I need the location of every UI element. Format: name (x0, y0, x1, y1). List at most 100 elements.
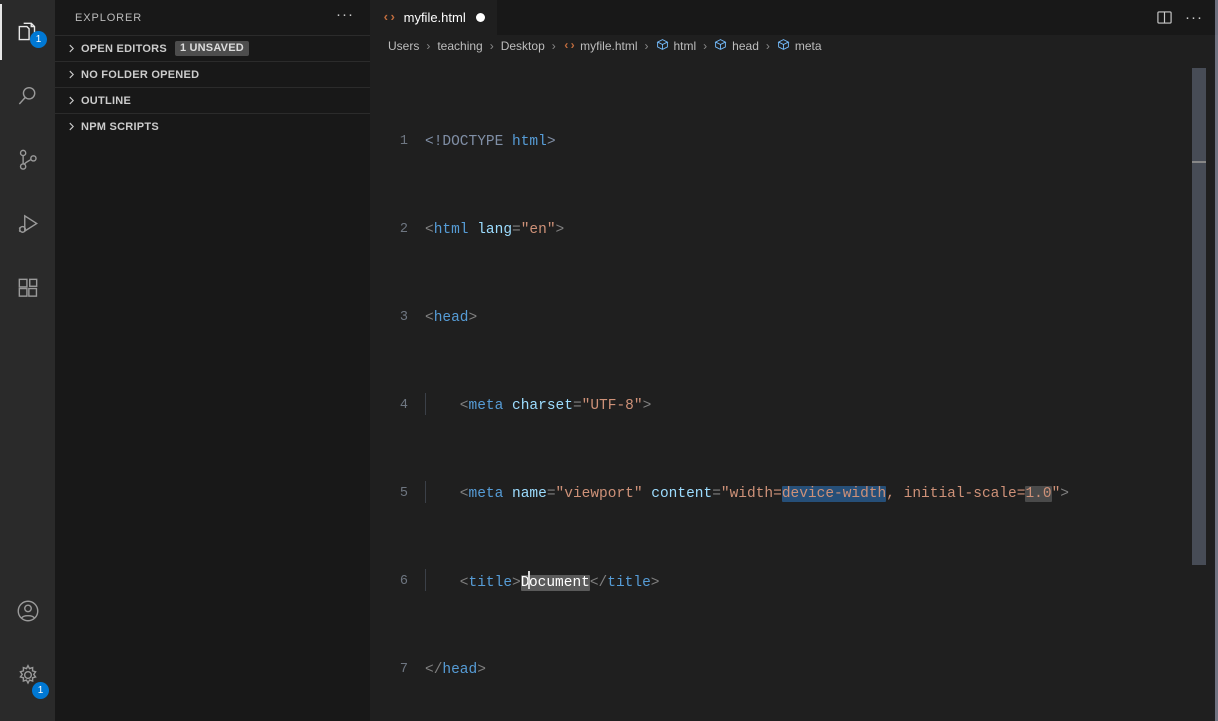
code-line: 1 <!DOCTYPE html> (370, 131, 1218, 153)
breadcrumb-item-users[interactable]: Users (388, 39, 419, 53)
activity-bar-item-accounts[interactable] (0, 579, 55, 643)
code-line: 5 <meta name="viewport" content="width=d… (370, 481, 1218, 505)
chevron-right-icon (63, 119, 79, 135)
sidebar-section-label: OUTLINE (81, 94, 132, 107)
tab-myfile-html[interactable]: ‹› myfile.html (370, 0, 497, 35)
code-line: 3 <head> (370, 307, 1218, 329)
breadcrumb-label: myfile.html (580, 39, 638, 53)
run-and-debug-icon (15, 211, 41, 237)
code-line: 6 <title>Document</title> (370, 568, 1218, 594)
breadcrumb-separator: › (426, 39, 431, 53)
code-line: 7 </head> (370, 659, 1218, 681)
line-number: 5 (399, 486, 408, 501)
extensions-icon (15, 275, 41, 301)
match-highlight-1-0: 1.0 (1025, 486, 1052, 502)
symbol-field-icon (656, 38, 669, 54)
activity-bar-item-settings[interactable]: 1 (0, 643, 55, 707)
line-content: <title>Document</title> (425, 568, 1218, 594)
line-content: <!DOCTYPE html> (425, 134, 556, 150)
sidebar-title: EXPLORER (75, 11, 143, 24)
breadcrumb-label: meta (794, 39, 822, 53)
breadcrumb-separator: › (703, 39, 708, 53)
breadcrumb-label: html (673, 39, 697, 53)
breadcrumb-item-head[interactable]: head (714, 38, 759, 54)
sidebar-header: EXPLORER ··· (55, 0, 370, 35)
activity-bar-item-extensions[interactable] (0, 256, 55, 320)
chevron-right-icon (63, 93, 79, 109)
word-highlight-document: Document (520, 570, 590, 591)
indent-guide (425, 393, 426, 415)
indent-guide (425, 568, 426, 591)
editor-tab-bar: ‹› myfile.html ··· (370, 0, 1218, 35)
unsaved-count-badge: 1 UNSAVED (174, 41, 249, 56)
sidebar-more-actions-icon[interactable]: ··· (328, 7, 362, 25)
breadcrumb-label: head (732, 39, 759, 53)
vscode-window: 1 1 EXPLORER ··· OPEN EDITORS 1 UNSAVED … (0, 0, 1218, 721)
line-content: <meta name="viewport" content="width=dev… (425, 481, 1218, 505)
line-content: <html lang="en"> (425, 222, 565, 238)
activity-bar-bottom-group: 1 (0, 579, 55, 721)
sidebar-section-open-editors[interactable]: OPEN EDITORS 1 UNSAVED (55, 35, 370, 61)
line-number: 6 (399, 574, 408, 589)
breadcrumb: Users › teaching › Desktop › ‹› myfile.h… (370, 35, 1218, 57)
html-file-icon: ‹› (382, 10, 397, 25)
html-file-icon: ‹› (562, 39, 576, 53)
settings-badge: 1 (32, 682, 49, 699)
sidebar-section-outline[interactable]: OUTLINE (55, 87, 370, 113)
activity-bar-item-explorer[interactable]: 1 (0, 0, 55, 64)
indent-guide (425, 481, 426, 503)
code-content: 1 <!DOCTYPE html> 2 <html lang="en"> 3 <hea… (370, 65, 1218, 721)
breadcrumb-item-myfile-html[interactable]: ‹› myfile.html (563, 39, 638, 53)
search-icon (15, 83, 41, 109)
chevron-right-icon (63, 41, 79, 57)
line-content: </head> (425, 662, 486, 678)
scrollbar-tick (1192, 161, 1206, 163)
tab-label: myfile.html (403, 10, 466, 25)
split-editor-icon[interactable] (1150, 4, 1178, 32)
activity-bar: 1 1 (0, 0, 55, 721)
breadcrumb-label: teaching (437, 39, 483, 53)
activity-bar-item-search[interactable] (0, 64, 55, 128)
breadcrumb-item-meta[interactable]: meta (777, 38, 822, 54)
breadcrumb-label: Desktop (500, 39, 545, 53)
line-content: <meta charset="UTF-8"> (425, 393, 1218, 417)
explorer-badge: 1 (30, 31, 47, 48)
sidebar-section-no-folder-opened[interactable]: NO FOLDER OPENED (55, 61, 370, 87)
line-number: 2 (399, 222, 408, 237)
sidebar-section-npm-scripts[interactable]: NPM SCRIPTS (55, 113, 370, 139)
breadcrumb-label: Users (388, 39, 420, 53)
sidebar-section-label: OPEN EDITORS (81, 42, 167, 55)
activity-bar-item-source-control[interactable] (0, 128, 55, 192)
source-control-icon (15, 147, 41, 173)
code-line: 4 <meta charset="UTF-8"> (370, 393, 1218, 417)
symbol-field-icon (777, 38, 790, 54)
sidebar-explorer: EXPLORER ··· OPEN EDITORS 1 UNSAVED NO F… (55, 0, 370, 721)
code-line: 2 <html lang="en"> (370, 219, 1218, 241)
breadcrumb-separator: › (765, 39, 770, 53)
editor-code-area[interactable]: 1 <!DOCTYPE html> 2 <html lang="en"> 3 <hea… (370, 57, 1218, 721)
more-editor-actions-icon[interactable]: ··· (1180, 4, 1208, 32)
breadcrumb-separator: › (551, 39, 556, 53)
line-number: 7 (399, 662, 408, 677)
unsaved-dot-icon (475, 13, 485, 22)
editor-tab-actions: ··· (1150, 0, 1218, 35)
account-icon (15, 598, 41, 624)
activity-bar-item-run-and-debug[interactable] (0, 192, 55, 256)
line-content: <head> (425, 310, 478, 326)
breadcrumb-item-html[interactable]: html (656, 38, 697, 54)
activity-bar-top-group: 1 (0, 0, 55, 320)
breadcrumb-separator: › (644, 39, 649, 53)
ellipsis-icon: ··· (1185, 8, 1203, 26)
editor-group: ‹› myfile.html ··· Users › teaching › De… (370, 0, 1218, 721)
sidebar-section-label: NO FOLDER OPENED (81, 68, 200, 81)
text-cursor (528, 570, 530, 589)
breadcrumb-separator: › (489, 39, 494, 53)
breadcrumb-item-teaching[interactable]: teaching (437, 39, 482, 53)
sidebar-section-label: NPM SCRIPTS (81, 120, 159, 133)
chevron-right-icon (63, 67, 79, 83)
line-number: 1 (399, 134, 408, 149)
vertical-scrollbar[interactable] (1192, 68, 1206, 565)
line-number: 3 (399, 310, 408, 325)
breadcrumb-item-desktop[interactable]: Desktop (501, 39, 545, 53)
symbol-field-icon (714, 38, 727, 54)
